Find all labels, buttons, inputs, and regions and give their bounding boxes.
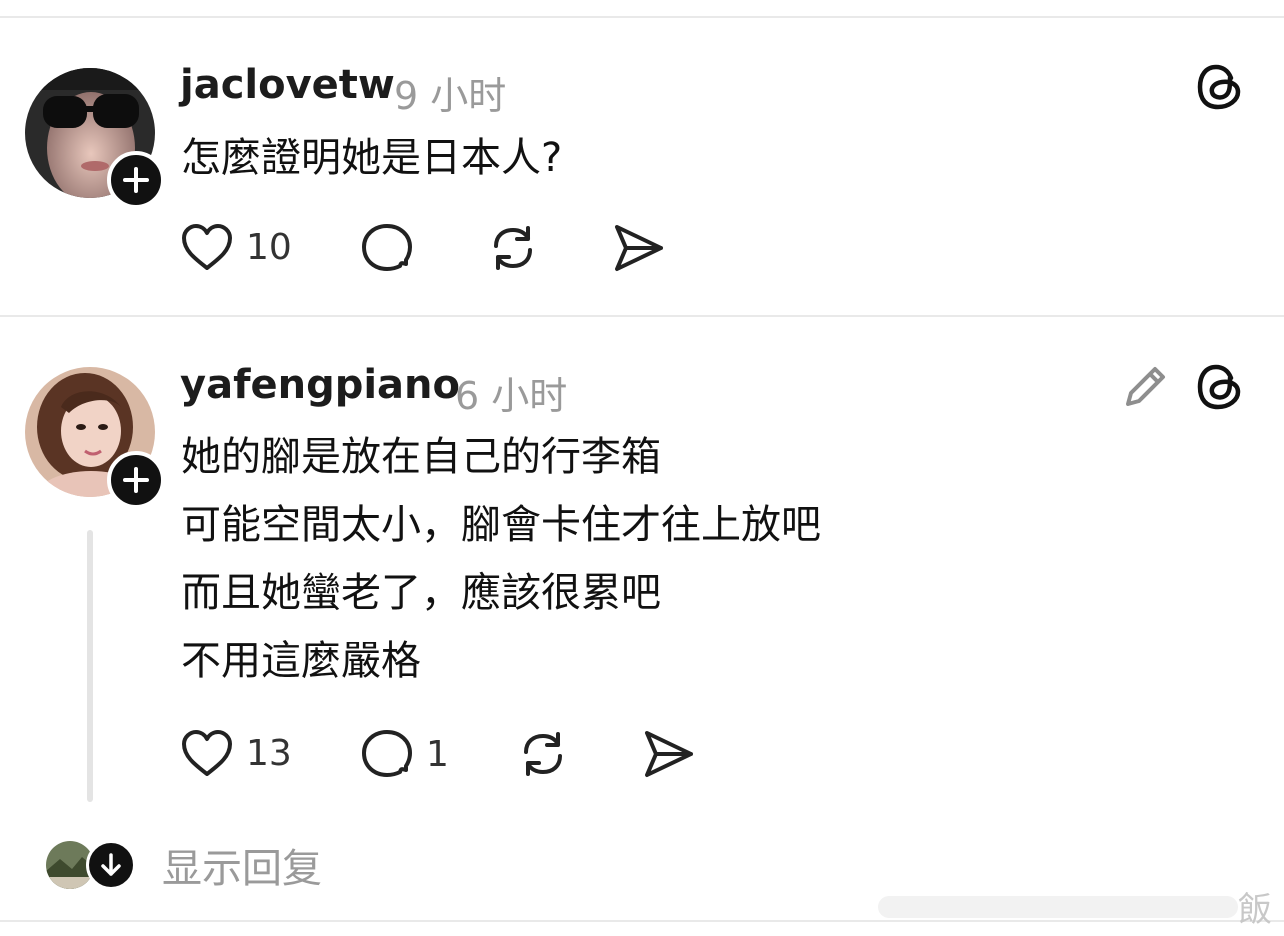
send-icon <box>645 731 693 777</box>
show-replies-row[interactable]: 显示回复 <box>46 836 322 894</box>
threads-logo-icon[interactable] <box>1196 362 1244 412</box>
like-count: 13 <box>246 732 292 774</box>
post-body: 她的腳是放在自己的行李箱 可能空間太小，腳會卡住才往上放吧 而且她蠻老了，應該很… <box>181 434 821 684</box>
repost-icon <box>524 732 562 776</box>
username[interactable]: jaclovetw <box>180 62 395 108</box>
reply-count: 1 <box>426 733 449 775</box>
like-button[interactable]: 10 <box>180 222 292 272</box>
post-divider <box>0 315 1284 317</box>
arrow-down-icon <box>101 853 121 876</box>
like-count: 10 <box>246 226 292 268</box>
timestamp: 6 小时 <box>455 374 568 418</box>
repost-button[interactable] <box>486 222 540 274</box>
watermark: 飯 <box>864 876 1284 936</box>
top-divider <box>0 16 1284 18</box>
timestamp: 9 小时 <box>394 74 507 118</box>
comment-bubble-icon <box>362 730 412 777</box>
repost-icon <box>494 226 532 270</box>
watermark-logo <box>878 896 1238 918</box>
repost-button[interactable] <box>516 728 570 780</box>
comment-button[interactable]: 1 <box>360 728 449 780</box>
reply-thread-line <box>87 530 93 802</box>
expand-replies-button[interactable] <box>86 840 136 890</box>
heart-icon <box>182 224 232 270</box>
follow-button[interactable] <box>107 451 165 509</box>
show-replies-label[interactable]: 显示回复 <box>162 836 322 894</box>
send-icon <box>615 225 663 271</box>
plus-icon <box>123 167 149 193</box>
share-button[interactable] <box>612 222 666 274</box>
username[interactable]: yafengpiano <box>180 362 460 408</box>
pencil-icon[interactable] <box>1122 362 1170 410</box>
comment-button[interactable] <box>360 222 414 274</box>
comment-bubble-icon <box>362 224 412 271</box>
like-button[interactable]: 13 <box>180 728 292 778</box>
follow-button[interactable] <box>107 151 165 209</box>
threads-logo-icon[interactable] <box>1196 62 1244 112</box>
post-body: 怎麼證明她是日本人? <box>181 135 563 181</box>
watermark-text: 飯 <box>1238 889 1272 930</box>
heart-icon <box>182 730 232 776</box>
share-button[interactable] <box>642 728 696 780</box>
plus-icon <box>123 467 149 493</box>
